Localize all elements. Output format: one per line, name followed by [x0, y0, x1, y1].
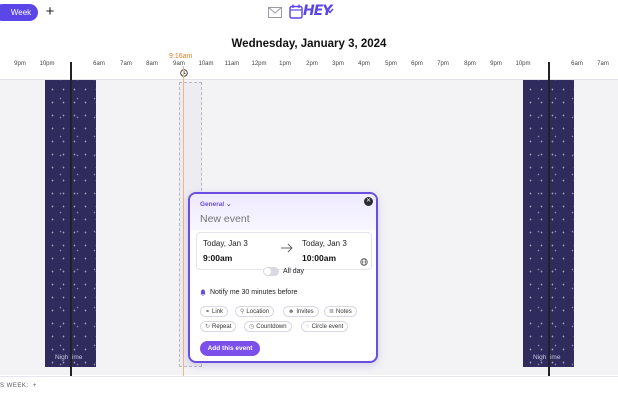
link-chip[interactable]: ⚭ Link [200, 306, 229, 317]
hour-label: 7pm [437, 61, 449, 67]
current-time-label: 9:16am [169, 53, 193, 60]
hour-labels: 9pm 10pm 6am 7am 8am 9am 10am 11am 12pm 1pm 2pm 3pm… [0, 61, 618, 71]
hour-label: 11am [224, 61, 240, 67]
page-title: Wednesday, January 3, 2024 [231, 38, 387, 50]
week-label: S WEEK: + [0, 383, 37, 389]
day-divider [70, 62, 72, 376]
circle-icon: ◌ [306, 323, 310, 330]
notify-row[interactable]: Notify me 30 minutes before [200, 289, 298, 296]
close-button[interactable]: ✕ [364, 197, 373, 206]
repeat-icon: ↻ [205, 324, 211, 330]
current-time-line [183, 66, 184, 376]
hour-label: 7am [120, 61, 132, 67]
hour-label: 6pm [411, 61, 423, 67]
notes-icon: ≣ [329, 309, 335, 315]
notes-chip[interactable]: ≣ Notes [324, 306, 357, 317]
day-divider [548, 62, 550, 376]
all-day-label: All day [283, 268, 305, 275]
location-pin-icon: ⚲ [240, 309, 245, 315]
circle-event-chip[interactable]: ◌ Circle event [301, 321, 349, 332]
person-icon: ☻ [288, 308, 295, 315]
start-time[interactable]: 9:00am [203, 253, 232, 263]
night-label: Nigh time [533, 354, 561, 361]
add-plus-button[interactable]: + [43, 4, 57, 20]
hour-label: 7am [597, 61, 609, 67]
repeat-chip[interactable]: ↻ Repeat [200, 321, 237, 332]
add-event-button[interactable]: Add this event [200, 341, 260, 356]
all-day-row: All day [263, 267, 304, 276]
hour-label: 6am [571, 61, 583, 67]
hour-label: 4pm [358, 61, 370, 67]
week-view-button[interactable]: Week [0, 4, 38, 21]
location-chip[interactable]: ⚲ Location [235, 306, 275, 317]
night-label: Nigh time [55, 354, 83, 361]
hour-label: 1pm [279, 61, 291, 67]
hour-label: 3pm [332, 61, 344, 67]
end-time[interactable]: 10:00am [302, 253, 336, 263]
calendar-icon[interactable] [289, 4, 303, 19]
globe-icon[interactable] [360, 258, 368, 266]
countdown-chip[interactable]: ◷ Countdown [244, 321, 292, 332]
invites-chip[interactable]: ☻ Invites [283, 306, 319, 317]
hour-label: 2pm [306, 61, 318, 67]
all-day-toggle[interactable] [263, 267, 279, 276]
arrow-right-icon [281, 243, 293, 253]
hour-label: 9pm [14, 61, 26, 67]
hour-label: 5pm [385, 61, 397, 67]
hour-label: 12pm [251, 61, 267, 67]
hour-label: 8am [146, 61, 158, 67]
hour-label: 10pm [39, 61, 55, 67]
hour-label: 10am [198, 61, 214, 67]
calendar-selector[interactable]: General ⌄ [200, 200, 231, 208]
hour-label: 9pm [490, 61, 502, 67]
top-bar: Week + HEY [0, 0, 618, 28]
hour-label: 6am [93, 61, 105, 67]
notify-label: Notify me 30 minutes before [210, 289, 298, 296]
end-date[interactable]: Today, Jan 3 [302, 239, 347, 248]
new-event-popup: General ⌄ ✕ Today, Jan 3 9:00am Today, J… [188, 192, 378, 363]
bell-icon [200, 289, 206, 296]
envelope-icon[interactable] [268, 7, 282, 18]
event-title-input[interactable] [200, 213, 360, 225]
bottom-bar: S WEEK: + [0, 376, 618, 394]
time-range-card[interactable]: Today, Jan 3 9:00am Today, Jan 3 10:00am [196, 232, 372, 270]
countdown-icon: ◷ [249, 324, 255, 330]
hour-label: 8pm [464, 61, 476, 67]
link-icon: ⚭ [205, 309, 211, 315]
hour-label: 10pm [515, 61, 531, 67]
start-date[interactable]: Today, Jan 3 [203, 239, 248, 248]
chevron-down-icon[interactable] [326, 8, 334, 14]
